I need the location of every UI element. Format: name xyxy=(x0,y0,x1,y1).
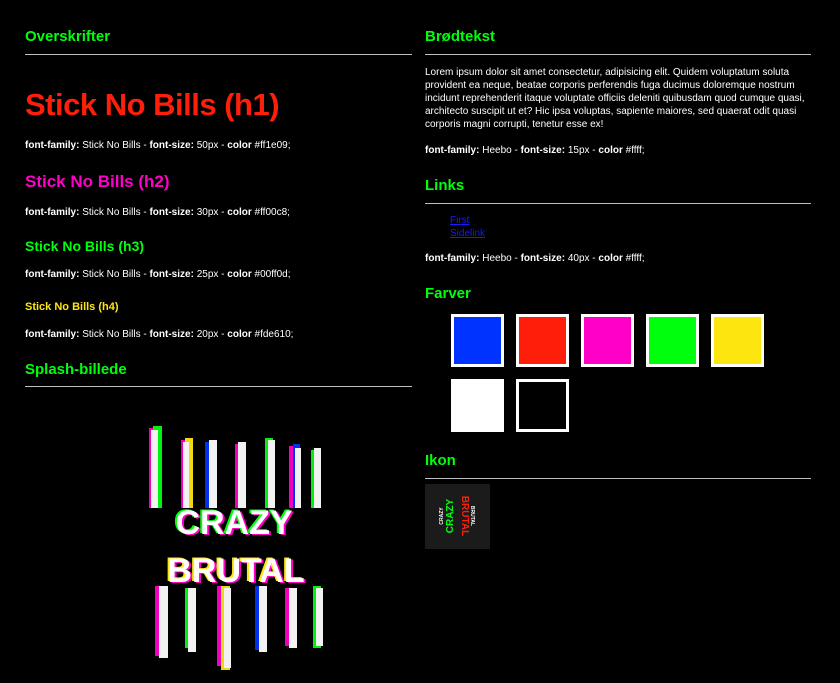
color-swatch-blue xyxy=(451,314,504,367)
divider xyxy=(25,386,412,387)
links-spec: font-family: Heebo - font-size: 40px - c… xyxy=(425,253,645,264)
crazy-brutal-icon: CRAZY CRAZY BRUTAL BRUTAL xyxy=(439,496,475,536)
color-swatch-red xyxy=(516,314,569,367)
splash-word-brutal: BRUTAL xyxy=(167,552,304,590)
color-swatch-white xyxy=(451,379,504,432)
h1-spec: font-family: Stick No Bills - font-size:… xyxy=(25,140,291,151)
colors-section-title: Farver xyxy=(425,285,471,302)
color-swatch-green xyxy=(646,314,699,367)
links-section-title: Links xyxy=(425,177,465,194)
divider xyxy=(425,203,811,204)
link-sidelink[interactable]: Sidelink xyxy=(450,227,485,240)
color-swatch-black xyxy=(516,379,569,432)
h3-spec: font-family: Stick No Bills - font-size:… xyxy=(25,269,291,280)
color-swatch-yellow xyxy=(711,314,764,367)
link-first[interactable]: First xyxy=(450,214,485,227)
links-list: First Sidelink xyxy=(450,214,485,240)
h2-sample: Stick No Bills (h2) xyxy=(25,172,170,191)
icon-word-crazy: CRAZY xyxy=(445,498,456,533)
crazy-brutal-glitch-logo: CRAZY CRAZY CRAZY BRUTAL BRUTAL BRUTAL xyxy=(149,426,323,670)
h4-sample: Stick No Bills (h4) xyxy=(25,301,119,313)
app-icon: CRAZY CRAZY BRUTAL BRUTAL xyxy=(425,484,490,549)
body-text-section-title: Brødtekst xyxy=(425,28,496,45)
icon-word-brutal: BRUTAL xyxy=(459,496,470,536)
h3-sample: Stick No Bills (h3) xyxy=(25,238,145,254)
splash-image: CRAZY CRAZY CRAZY BRUTAL BRUTAL BRUTAL xyxy=(125,418,345,673)
divider xyxy=(425,478,811,479)
h4-spec: font-family: Stick No Bills - font-size:… xyxy=(25,329,294,340)
h2-spec: font-family: Stick No Bills - font-size:… xyxy=(25,207,290,218)
body-text-sample: Lorem ipsum dolor sit amet consectetur, … xyxy=(425,67,805,130)
body-text-spec: font-family: Heebo - font-size: 15px - c… xyxy=(425,145,645,156)
divider xyxy=(25,54,412,55)
splash-section-title: Splash-billede xyxy=(25,361,127,378)
divider xyxy=(425,54,811,55)
icon-word-brutal-small: BRUTAL xyxy=(469,506,475,526)
splash-word-crazy: CRAZY xyxy=(175,504,292,542)
headings-section-title: Overskrifter xyxy=(25,28,111,45)
h1-sample: Stick No Bills (h1) xyxy=(25,87,280,122)
color-swatch-magenta xyxy=(581,314,634,367)
icon-section-title: Ikon xyxy=(425,452,456,469)
